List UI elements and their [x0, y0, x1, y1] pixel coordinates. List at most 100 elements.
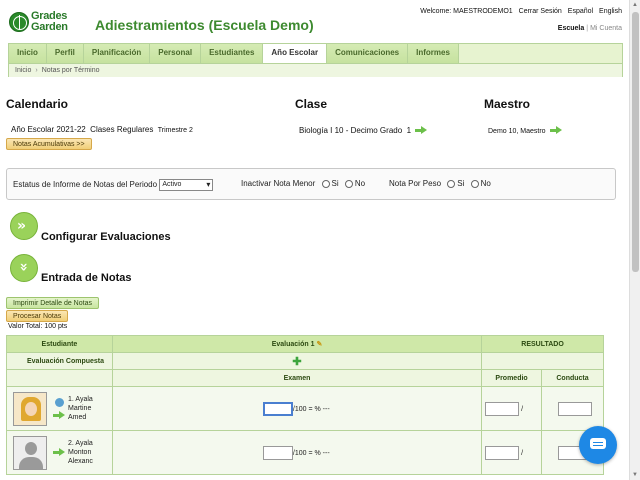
class-info: Biología I 10 - Decimo Grado 1	[299, 126, 428, 135]
conduct-input[interactable]	[558, 401, 593, 416]
tab-inicio[interactable]: Inicio	[9, 44, 47, 63]
collapse-entry-button[interactable]: »	[10, 254, 38, 282]
exam-row-empty	[6, 369, 113, 387]
status-select[interactable]: Activo	[159, 179, 214, 191]
grading-settings-bar: Estatus de Informe de Notas del Periodo …	[6, 168, 616, 200]
chevron-down-icon: »	[15, 262, 32, 272]
grades-garden-logo[interactable]: Grades Garden	[9, 10, 81, 34]
tab-ano-escolar[interactable]: Año Escolar	[263, 44, 328, 63]
table-row: 1. Ayala Martine Amed /100 = % --- /	[6, 386, 604, 431]
inactivate-yes-radio[interactable]	[321, 179, 330, 188]
scroll-thumb[interactable]	[632, 12, 639, 272]
breadcrumb-current: Notas por Término	[41, 67, 100, 74]
teacher-arrow-icon[interactable]	[549, 126, 562, 135]
result-header: RESULTADO	[481, 335, 604, 353]
teacher-info: Demo 10, Maestro	[488, 126, 562, 135]
my-account-link[interactable]: Mi Cuenta	[590, 25, 622, 32]
inactivate-no-radio[interactable]	[344, 179, 353, 188]
student-header: Estudiante	[6, 335, 113, 353]
student-cell: 1. Ayala Martine Amed	[6, 386, 113, 431]
tab-comunicaciones[interactable]: Comunicaciones	[327, 44, 409, 63]
main-nav: Inicio Perfil Planificación Personal Est…	[8, 43, 623, 77]
page-scrollbar[interactable]: ▲ ▼	[629, 0, 640, 480]
tab-estudiantes[interactable]: Estudiantes	[201, 44, 264, 63]
tab-perfil[interactable]: Perfil	[46, 44, 84, 63]
tab-planificacion[interactable]: Planificación	[83, 44, 151, 63]
lang-en-link[interactable]: English	[599, 8, 622, 15]
breadcrumb: Inicio › Notas por Término	[9, 63, 622, 77]
composite-empty	[481, 352, 604, 370]
average-header: Promedio	[481, 369, 543, 387]
term: Trimestre 2	[157, 127, 193, 134]
chat-button[interactable]	[579, 426, 617, 464]
calendar-info: Año Escolar 2021-22 Clases Regulares Tri…	[11, 125, 193, 134]
logout-link[interactable]: Cerrar Sesión	[519, 8, 562, 15]
score-percent: /100 = % ---	[292, 449, 330, 457]
average-input[interactable]	[485, 445, 520, 460]
composite-eval-label: Evaluación Compuesta	[6, 352, 113, 370]
inactivate-setting: Inactivar Nota Menor Si No	[241, 179, 365, 188]
student-name[interactable]: 2. Ayala Monton Alexanc	[68, 439, 93, 466]
tab-informes[interactable]: Informes	[408, 44, 459, 63]
inactivate-label: Inactivar Nota Menor	[241, 179, 316, 188]
weight-yes-label: Si	[457, 179, 465, 188]
exam-score-cell: /100 = % ---	[111, 386, 483, 431]
tab-personal[interactable]: Personal	[150, 44, 202, 63]
student-arrow-icon[interactable]	[53, 410, 65, 420]
conduct-header: Conducta	[541, 369, 604, 387]
average-cell: /	[481, 430, 543, 475]
class-heading: Clase	[295, 97, 328, 111]
logo-text: Grades Garden	[31, 10, 68, 33]
globe-icon	[9, 12, 29, 32]
evaluation-label: Evaluación 1	[271, 341, 315, 348]
class-type: Clases Regulares	[90, 125, 154, 134]
avatar	[13, 435, 47, 470]
tab-bar: Inicio Perfil Planificación Personal Est…	[9, 44, 622, 63]
weight-no-label: No	[480, 179, 491, 188]
average-input[interactable]	[485, 401, 520, 416]
weight-no-radio[interactable]	[470, 179, 479, 188]
expand-configure-button[interactable]: »	[10, 212, 38, 240]
inactivate-yes-label: Si	[331, 179, 339, 188]
pencil-icon[interactable]: ✎	[316, 341, 322, 348]
chevron-right-icon: »	[17, 218, 27, 234]
evaluation-header[interactable]: Evaluación 1 ✎	[111, 335, 483, 353]
scroll-down-icon[interactable]: ▼	[632, 472, 638, 478]
exam-score-input[interactable]	[262, 445, 293, 460]
add-icon[interactable]: ✚	[111, 352, 483, 370]
school-year: Año Escolar 2021-22	[11, 125, 86, 134]
exam-score-cell: /100 = % ---	[111, 430, 483, 475]
avatar	[13, 391, 47, 426]
configure-title: Configurar Evaluaciones	[41, 231, 171, 243]
inactivate-no-label: No	[354, 179, 366, 188]
exam-score-input[interactable]	[262, 401, 293, 416]
school-link[interactable]: Escuela	[558, 25, 584, 32]
account-switch: Escuela | Mi Cuenta	[557, 25, 622, 32]
teacher-name: Demo 10, Maestro	[488, 128, 546, 135]
cumulative-grades-button[interactable]: Notas Acumulativas >>	[6, 138, 92, 150]
table-row: 2. Ayala Monton Alexanc /100 = % --- /	[6, 430, 604, 475]
teacher-heading: Maestro	[484, 97, 531, 111]
average-cell: /	[481, 386, 543, 431]
entry-title: Entrada de Notas	[41, 272, 132, 284]
process-grades-button[interactable]: Procesar Notas	[6, 310, 69, 322]
student-arrow-icon[interactable]	[53, 448, 65, 457]
print-detail-button[interactable]: Imprimir Detalle de Notas	[6, 297, 99, 309]
weight-yes-radio[interactable]	[447, 179, 456, 188]
scroll-up-icon[interactable]: ▲	[632, 2, 638, 8]
info-icon[interactable]	[54, 397, 64, 407]
weight-label: Nota Por Peso	[389, 179, 442, 188]
weight-setting: Nota Por Peso Si No	[389, 179, 491, 188]
calendar-heading: Calendario	[6, 97, 69, 111]
class-section: 1	[406, 126, 412, 135]
slash: /	[521, 405, 524, 413]
breadcrumb-home[interactable]: Inicio	[15, 67, 31, 74]
lang-es-link[interactable]: Español	[568, 8, 593, 15]
exam-header: Examen	[111, 369, 483, 387]
student-name[interactable]: 1. Ayala Martine Amed	[68, 395, 93, 422]
slash: /	[521, 449, 524, 457]
class-arrow-icon[interactable]	[415, 126, 428, 135]
student-cell: 2. Ayala Monton Alexanc	[6, 430, 113, 475]
welcome-text: Welcome: MAESTRODEMO1	[420, 8, 513, 15]
grade-table: Estudiante Evaluación 1 ✎ RESULTADO Eval…	[6, 335, 604, 475]
